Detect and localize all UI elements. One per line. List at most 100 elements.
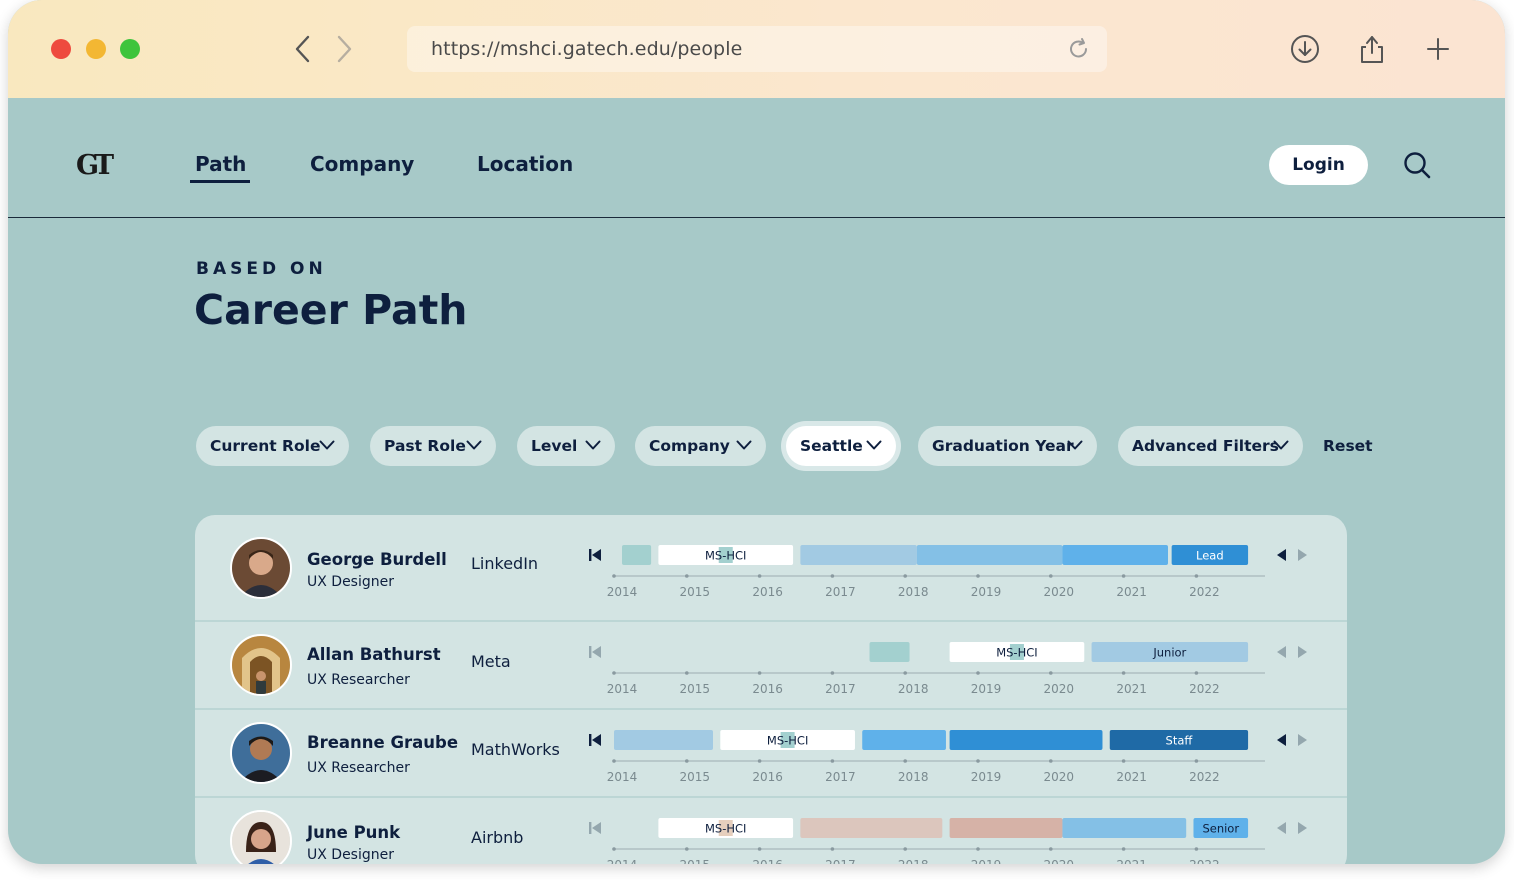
career-segment[interactable] — [1062, 818, 1187, 838]
person-role: UX Designer — [307, 847, 394, 863]
avatar — [230, 634, 292, 696]
nav-link-company[interactable]: Company — [310, 152, 414, 176]
filter-label: Company — [649, 437, 730, 455]
filter-current-role[interactable]: Current Role — [196, 426, 349, 466]
next-arrow-icon[interactable] — [1298, 822, 1307, 834]
career-segment[interactable] — [622, 545, 652, 565]
person-row[interactable]: Allan Bathurst UX Researcher Meta MS-HCI… — [195, 621, 1347, 709]
year-tick — [685, 574, 689, 578]
career-segment[interactable] — [1062, 545, 1168, 565]
filter-level[interactable]: Level — [517, 426, 615, 466]
person-role: UX Designer — [307, 574, 394, 590]
year-tick — [612, 671, 616, 675]
prev-arrow-icon[interactable] — [1277, 734, 1286, 746]
prev-arrow-icon[interactable] — [1277, 822, 1286, 834]
year-tick — [685, 671, 689, 675]
year-tick — [903, 574, 907, 578]
career-timeline: MS-HCI Senior 2014 2015 2016 2017 2018 2019 2020… — [588, 815, 1328, 864]
chevron-down-icon — [1273, 440, 1289, 450]
career-segment[interactable] — [800, 545, 917, 565]
minimize-window-button[interactable] — [86, 39, 106, 59]
first-page-icon[interactable] — [589, 646, 601, 658]
segment-label: Junior — [1152, 646, 1186, 660]
person-row[interactable]: June Punk UX Designer Airbnb MS-HCI Senio… — [195, 797, 1347, 864]
career-timeline: MS-HCI Lead 2014 2015 2016 2017 2018 2019 2020 20… — [588, 542, 1328, 602]
person-row[interactable]: George Burdell UX Designer LinkedIn MS-H… — [195, 515, 1347, 620]
first-page-icon[interactable] — [589, 549, 601, 561]
career-segment[interactable] — [862, 730, 946, 750]
year-label: 2018 — [898, 858, 929, 864]
filter-graduation-year[interactable]: Graduation Year — [918, 426, 1097, 466]
year-label: 2016 — [752, 770, 783, 784]
download-icon[interactable] — [1288, 32, 1322, 66]
year-tick — [1194, 671, 1199, 675]
chevron-down-icon — [736, 440, 752, 450]
search-icon[interactable] — [1402, 150, 1432, 180]
timeline-chart: MS-HCI Senior 2014 2015 2016 2017 2018 2019 2020… — [589, 818, 1307, 864]
next-arrow-icon[interactable] — [1298, 549, 1307, 561]
site-header: GT Path Company Location Login — [8, 98, 1505, 218]
year-tick — [830, 574, 835, 578]
year-tick — [1194, 574, 1199, 578]
year-label: 2015 — [680, 585, 711, 599]
person-name[interactable]: George Burdell — [307, 550, 447, 569]
year-label: 2021 — [1116, 585, 1147, 599]
reload-icon[interactable] — [1067, 36, 1091, 62]
close-window-button[interactable] — [51, 39, 71, 59]
person-role: UX Researcher — [307, 672, 410, 688]
year-label: 2014 — [607, 682, 638, 696]
next-arrow-icon[interactable] — [1298, 646, 1307, 658]
person-name[interactable]: June Punk — [307, 823, 400, 842]
year-label: 2017 — [825, 585, 856, 599]
year-label: 2018 — [898, 585, 929, 599]
first-page-icon[interactable] — [589, 734, 601, 746]
filter-label: Current Role — [210, 437, 321, 455]
prev-arrow-icon[interactable] — [1277, 549, 1286, 561]
year-tick — [976, 847, 980, 851]
filter-company[interactable]: Company — [635, 426, 766, 466]
first-page-icon[interactable] — [589, 822, 601, 834]
year-tick — [1049, 671, 1053, 675]
page-kicker: BASED ON — [196, 259, 327, 279]
person-name[interactable]: Allan Bathurst — [307, 645, 441, 664]
new-tab-icon[interactable] — [1421, 32, 1455, 66]
career-segment[interactable] — [949, 818, 1063, 838]
active-nav-indicator — [190, 180, 250, 183]
year-label: 2022 — [1189, 858, 1220, 864]
career-segment[interactable] — [869, 642, 910, 662]
browser-toolbar: https://mshci.gatech.edu/people — [8, 0, 1505, 98]
maximize-window-button[interactable] — [120, 39, 140, 59]
year-tick — [903, 847, 907, 851]
nav-link-location[interactable]: Location — [477, 152, 573, 176]
year-tick — [903, 671, 907, 675]
career-segment[interactable] — [614, 730, 713, 750]
person-row[interactable]: Breanne Graube UX Researcher MathWorks M… — [195, 709, 1347, 797]
year-label: 2016 — [752, 585, 783, 599]
segment-label: Staff — [1166, 734, 1194, 748]
reset-filters-link[interactable]: Reset — [1323, 437, 1373, 455]
nav-link-path[interactable]: Path — [195, 152, 246, 176]
back-arrow-icon[interactable] — [291, 32, 315, 66]
career-segment[interactable] — [949, 730, 1103, 750]
gt-logo[interactable]: GT — [76, 150, 118, 180]
chevron-down-icon — [1067, 440, 1083, 450]
chevron-down-icon — [319, 440, 335, 450]
avatar — [230, 722, 292, 784]
next-arrow-icon[interactable] — [1298, 734, 1307, 746]
address-bar[interactable]: https://mshci.gatech.edu/people — [407, 26, 1107, 72]
year-label: 2020 — [1044, 858, 1075, 864]
person-name[interactable]: Breanne Graube — [307, 733, 458, 752]
filter-past-role[interactable]: Past Role — [370, 426, 496, 466]
prev-arrow-icon[interactable] — [1277, 646, 1286, 658]
share-icon[interactable] — [1355, 32, 1389, 66]
login-button[interactable]: Login — [1269, 145, 1368, 185]
segment-label: MS-HCI — [767, 734, 808, 748]
year-tick — [1194, 759, 1199, 763]
filter-advanced[interactable]: Advanced Filters — [1118, 426, 1303, 466]
career-segment[interactable] — [800, 818, 943, 838]
filter-location-seattle[interactable]: Seattle — [786, 426, 896, 466]
career-segment[interactable] — [916, 545, 1063, 565]
year-tick — [612, 759, 616, 763]
forward-arrow-icon[interactable] — [332, 32, 356, 66]
filter-label: Graduation Year — [932, 437, 1074, 455]
